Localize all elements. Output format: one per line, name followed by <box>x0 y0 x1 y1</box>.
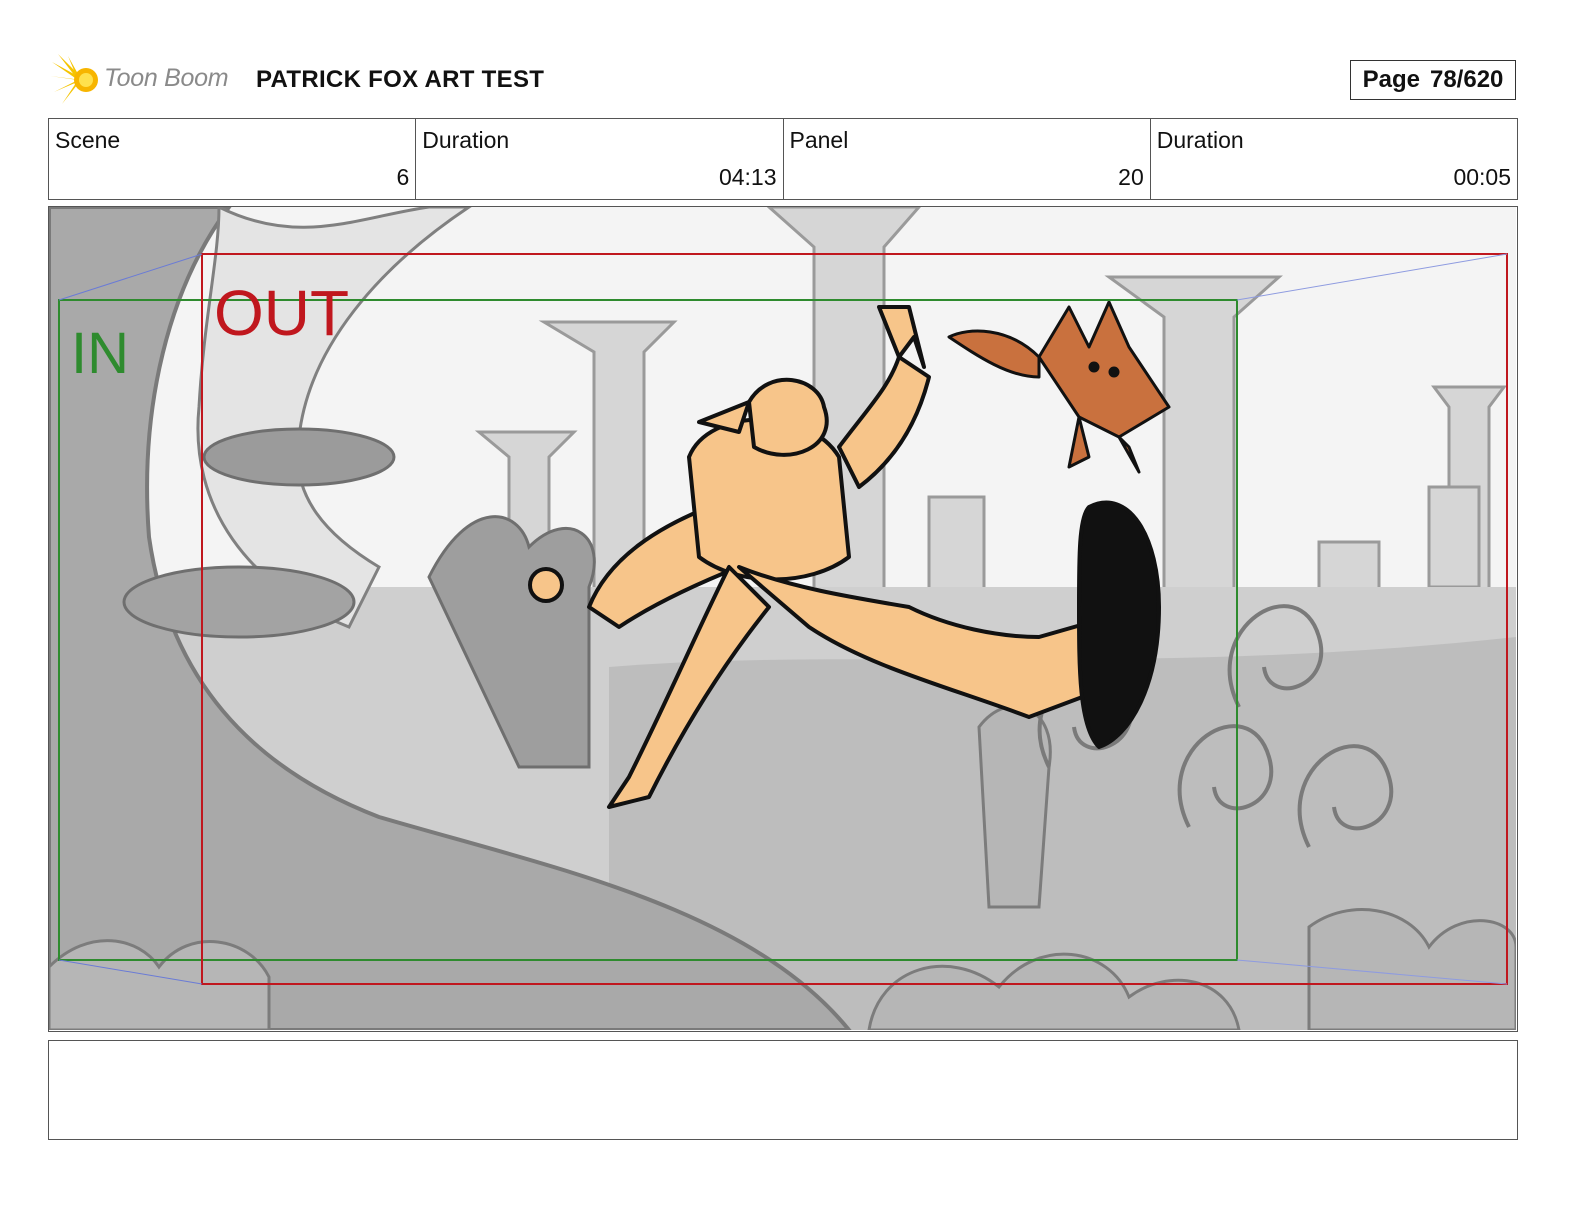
panel-label: Panel <box>789 127 849 153</box>
scene-cell: Scene 6 <box>49 119 417 199</box>
page-indicator: Page 78/620 <box>1350 60 1516 100</box>
panel-duration-label: Duration <box>1156 127 1244 153</box>
panel-duration-cell: Duration 00:05 <box>1151 119 1517 199</box>
scene-duration-value: 04:13 <box>718 164 777 190</box>
out-label: OUT <box>214 277 349 349</box>
panel-duration-value: 00:05 <box>1453 164 1511 190</box>
page-number: 78/620 <box>1429 66 1504 93</box>
scene-duration-label: Duration <box>422 127 510 153</box>
panel-value: 20 <box>1118 164 1144 190</box>
scene-duration-cell: Duration 04:13 <box>416 119 784 199</box>
storyboard-panel: IN OUT <box>48 206 1518 1032</box>
panel-cell: Panel 20 <box>784 119 1151 199</box>
caption-box <box>48 1040 1518 1140</box>
logo-text: Toon Boom <box>104 64 229 92</box>
in-label: IN <box>71 321 129 386</box>
storyboard-drawing: IN OUT <box>49 207 1516 1030</box>
scene-value: 6 <box>396 164 410 190</box>
scene-label: Scene <box>55 127 121 153</box>
page-label: Page <box>1362 66 1420 93</box>
scene-info-table: Scene 6 Duration 04:13 Panel 20 Duration… <box>48 118 1518 200</box>
document-title: PATRICK FOX ART TEST <box>256 66 545 93</box>
starburst-icon <box>50 54 98 104</box>
